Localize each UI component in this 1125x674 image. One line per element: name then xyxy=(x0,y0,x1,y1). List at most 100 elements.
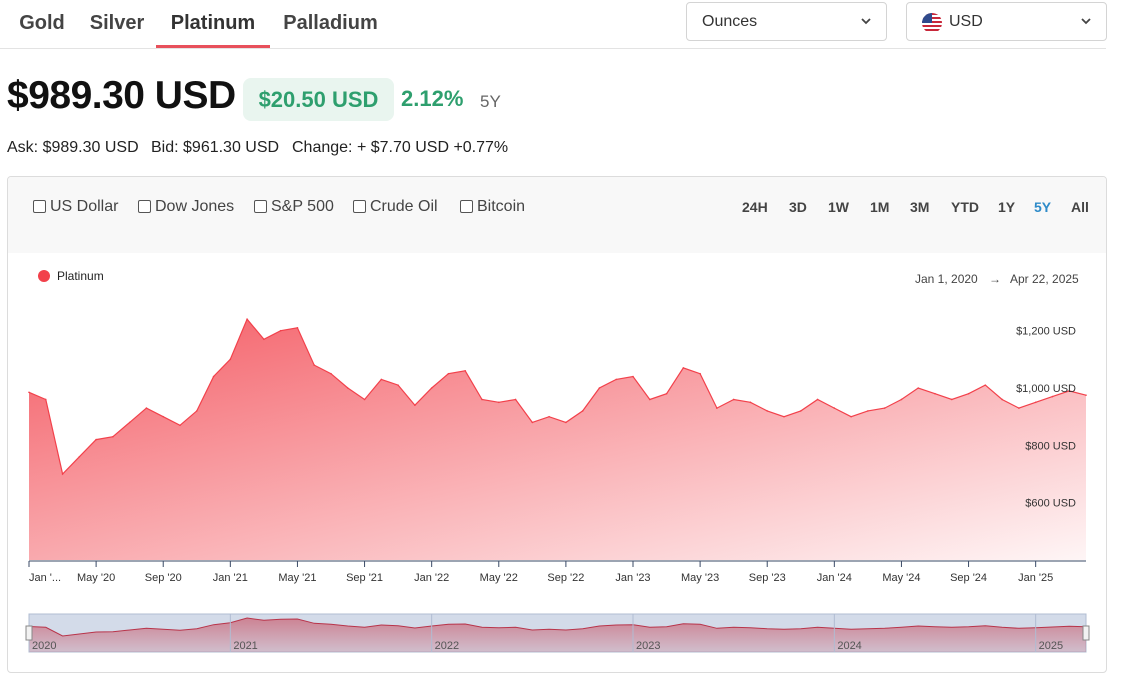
data-point xyxy=(648,398,651,401)
data-point xyxy=(44,398,47,401)
x-tick-label: Sep '24 xyxy=(950,572,987,584)
tab-silver[interactable]: Silver xyxy=(82,0,152,48)
data-point xyxy=(665,392,668,395)
data-point xyxy=(900,398,903,401)
x-tick-label: Jan '21 xyxy=(213,572,248,584)
data-point xyxy=(397,384,399,386)
data-point xyxy=(481,398,483,401)
data-point xyxy=(967,392,970,395)
data-point xyxy=(850,415,852,418)
tab-platinum[interactable]: Platinum xyxy=(156,0,270,48)
data-point xyxy=(749,401,752,404)
x-tick-label: Sep '20 xyxy=(145,572,182,584)
data-point xyxy=(732,398,735,401)
data-point xyxy=(531,421,534,424)
price-change-percent: 2.12% xyxy=(401,86,464,111)
data-point xyxy=(363,398,366,401)
navigator-year-label: 2021 xyxy=(233,640,257,652)
x-tick-label: Sep '21 xyxy=(346,572,383,584)
data-point xyxy=(632,375,634,378)
navigator-year-label: 2023 xyxy=(636,640,660,652)
current-price: $989.30 USD xyxy=(7,74,236,117)
data-point xyxy=(1001,398,1003,401)
data-point xyxy=(313,364,316,366)
currency-select[interactable]: USD xyxy=(906,2,1107,41)
data-point xyxy=(867,410,869,412)
data-point xyxy=(917,387,920,389)
data-point xyxy=(112,435,114,438)
data-point xyxy=(682,367,685,369)
data-point xyxy=(61,473,64,475)
data-point xyxy=(1051,395,1054,398)
navigator-year-label: 2020 xyxy=(32,640,56,652)
data-point xyxy=(28,391,30,394)
data-point xyxy=(145,407,148,409)
data-point xyxy=(430,387,433,389)
x-tick-label: May '24 xyxy=(882,572,920,584)
navigator-handle[interactable] xyxy=(1082,625,1090,641)
platinum-area xyxy=(29,319,1086,560)
x-tick-label: Jan '23 xyxy=(615,572,650,584)
chevron-down-icon xyxy=(1081,18,1091,25)
data-point xyxy=(229,358,232,361)
data-point xyxy=(565,421,567,424)
data-point xyxy=(179,424,181,427)
y-tick-label: $800 USD xyxy=(1025,440,1076,452)
change-period: 5Y xyxy=(480,92,501,111)
chevron-down-icon xyxy=(861,18,871,25)
data-point xyxy=(263,338,265,341)
tab-gold[interactable]: Gold xyxy=(7,0,77,48)
data-point xyxy=(296,327,299,329)
data-point xyxy=(1034,401,1037,404)
data-point xyxy=(128,421,131,424)
data-point xyxy=(279,329,282,332)
data-point xyxy=(716,407,718,409)
navigator-year-label: 2022 xyxy=(435,640,459,652)
data-point xyxy=(984,384,987,386)
x-tick-label: Jan '24 xyxy=(817,572,852,584)
data-point xyxy=(195,410,198,412)
navigator-year-label: 2025 xyxy=(1039,640,1063,652)
data-point xyxy=(934,392,936,395)
us-flag-icon xyxy=(922,13,942,33)
x-tick-label: Jan '... xyxy=(29,572,61,584)
x-tick-label: May '23 xyxy=(681,572,719,584)
data-point xyxy=(497,401,500,404)
currency-select-value: USD xyxy=(949,13,983,30)
navigator-handle[interactable] xyxy=(25,625,33,641)
data-point xyxy=(330,372,332,375)
ask-price: Ask: $989.30 USD xyxy=(7,139,139,156)
data-point xyxy=(598,387,601,389)
tab-palladium[interactable]: Palladium xyxy=(273,0,388,48)
y-tick-label: $1,000 USD xyxy=(1016,383,1076,395)
x-tick-label: May '21 xyxy=(278,572,316,584)
data-point xyxy=(414,404,416,406)
data-point xyxy=(799,410,802,412)
data-point xyxy=(699,372,701,375)
unit-select-value: Ounces xyxy=(702,13,758,30)
unit-select[interactable]: Ounces xyxy=(686,2,887,41)
data-point xyxy=(766,410,769,412)
daily-change: Change: + $7.70 USD +0.77% xyxy=(292,139,509,156)
chart-card: US Dollar Dow Jones S&P 500 Crude Oil Bi… xyxy=(7,176,1107,673)
data-point xyxy=(1018,407,1020,409)
data-point xyxy=(783,415,785,418)
bid-price: Bid: $961.30 USD xyxy=(151,139,280,156)
y-tick-label: $600 USD xyxy=(1025,498,1076,510)
data-point xyxy=(581,410,584,412)
data-point xyxy=(380,378,383,381)
data-point xyxy=(514,398,517,401)
data-point xyxy=(447,372,450,375)
x-tick-label: May '22 xyxy=(480,572,518,584)
y-tick-label: $1,200 USD xyxy=(1016,326,1076,338)
price-chart[interactable]: $600 USD $800 USD $1,000 USD $1,200 USD Jan … xyxy=(8,177,1107,673)
data-point xyxy=(464,370,467,372)
x-tick-label: Sep '23 xyxy=(749,572,786,584)
price-change-amount: $20.50 USD xyxy=(258,87,379,112)
x-tick-label: Jan '25 xyxy=(1018,572,1053,584)
navigator-year-label: 2024 xyxy=(837,640,861,652)
data-point xyxy=(883,407,886,409)
data-point xyxy=(162,415,165,418)
data-point xyxy=(246,318,248,320)
data-point xyxy=(1085,394,1087,396)
